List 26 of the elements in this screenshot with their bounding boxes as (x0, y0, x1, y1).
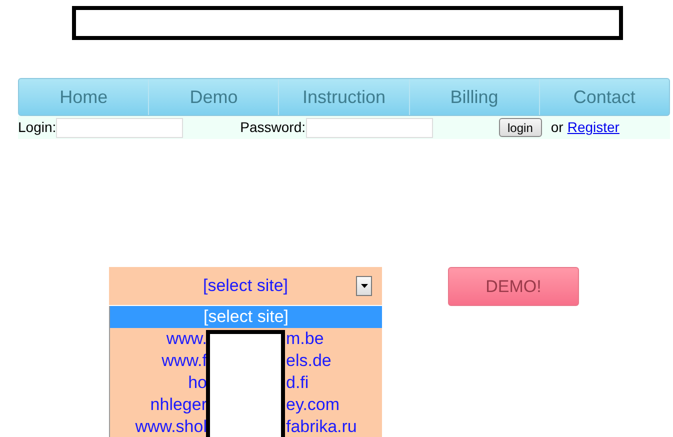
password-label: Password: (240, 118, 306, 137)
option-text[interactable]: d.fi (286, 372, 309, 394)
nav-tab[interactable]: Demo (148, 79, 278, 115)
site-select[interactable]: [select site] (109, 267, 382, 305)
or-text: or (550, 118, 564, 137)
option-text[interactable]: nhleger (110, 394, 207, 416)
option-text[interactable]: ey.com (286, 394, 340, 416)
select-value: [select site] (202, 275, 288, 298)
dropdown-option[interactable]: [select site] (110, 306, 382, 328)
login-label: Login: (18, 118, 56, 137)
demo-button[interactable]: DEMO! (448, 267, 579, 306)
option-text[interactable]: www. (110, 328, 207, 350)
nav-tab[interactable]: Home (19, 79, 148, 115)
option-text[interactable]: www.f (110, 350, 207, 372)
option-text[interactable]: m.be (286, 328, 324, 350)
option-text[interactable]: fabrika.ru (286, 416, 357, 437)
password-field[interactable] (306, 118, 433, 138)
option-text[interactable]: www.shol (110, 416, 207, 437)
option-text[interactable]: els.de (286, 350, 332, 372)
login-button[interactable]: login (498, 118, 542, 137)
login-field[interactable] (56, 118, 184, 138)
register-link[interactable]: Register (567, 117, 620, 138)
nav-tab[interactable]: Billing (408, 79, 539, 115)
nav-tab[interactable]: Instruction (278, 79, 409, 115)
nav-tab[interactable]: Contact (538, 79, 670, 115)
option-text[interactable]: ho (110, 372, 207, 394)
